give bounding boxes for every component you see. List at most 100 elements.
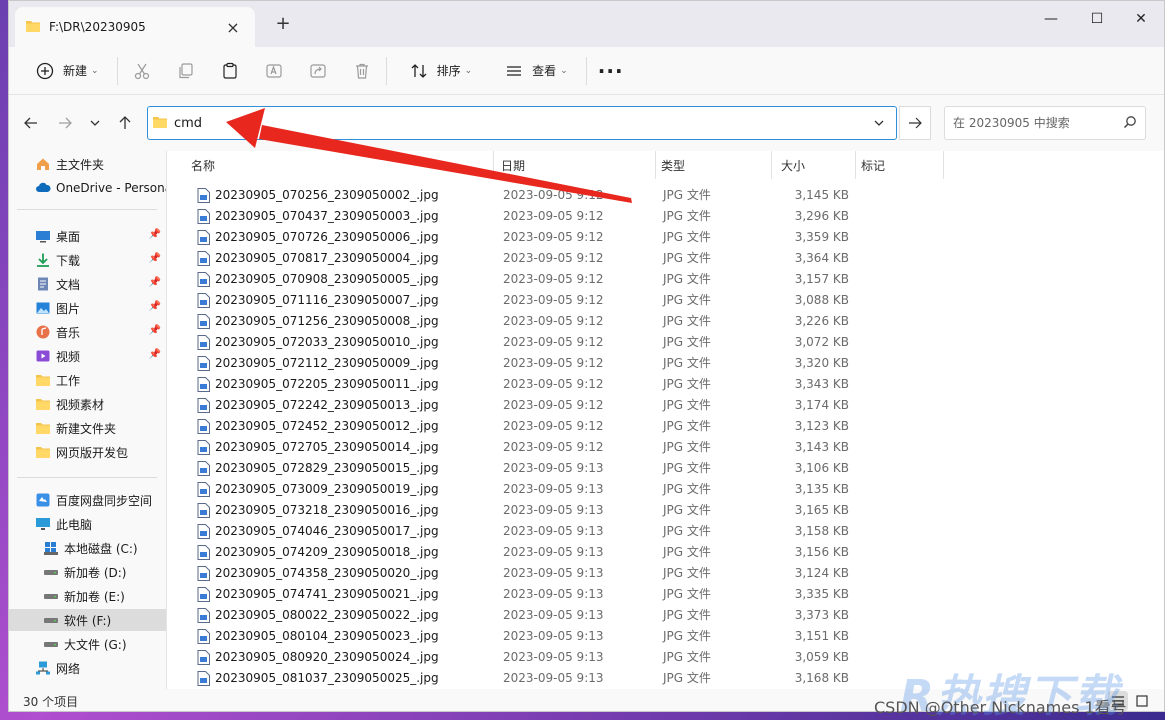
up-button[interactable] bbox=[113, 111, 137, 135]
sidebar-item[interactable]: 视频 📌 bbox=[9, 345, 166, 367]
file-size: 3,296 KB bbox=[794, 209, 849, 223]
sidebar-item[interactable]: 下载 📌 bbox=[9, 249, 166, 271]
pin-icon[interactable]: 📌 bbox=[149, 277, 161, 288]
sidebar-item[interactable]: 新建文件夹 bbox=[9, 417, 166, 439]
jpg-file-icon bbox=[197, 356, 210, 371]
sidebar-item[interactable]: 软件 (F:) bbox=[9, 609, 166, 631]
search-box[interactable] bbox=[944, 106, 1146, 140]
rename-icon[interactable] bbox=[260, 57, 288, 85]
column-divider[interactable] bbox=[493, 151, 494, 179]
file-row[interactable]: 20230905_080022_2309050022_.jpg 2023-09-0… bbox=[167, 605, 867, 626]
file-row[interactable]: 20230905_081037_2309050025_.jpg 2023-09-0… bbox=[167, 668, 867, 689]
column-header-type[interactable]: 类型 bbox=[655, 151, 767, 179]
file-row[interactable]: 20230905_080104_2309050023_.jpg 2023-09-0… bbox=[167, 626, 867, 647]
file-row[interactable]: 20230905_073218_2309050016_.jpg 2023-09-0… bbox=[167, 500, 867, 521]
file-row[interactable]: 20230905_071116_2309050007_.jpg 2023-09-0… bbox=[167, 290, 867, 311]
sidebar-item[interactable]: 此电脑 bbox=[9, 513, 166, 535]
file-row[interactable]: 20230905_070256_2309050002_.jpg 2023-09-0… bbox=[167, 185, 867, 206]
column-divider[interactable] bbox=[943, 151, 944, 179]
sidebar-item[interactable]: 新加卷 (D:) bbox=[9, 561, 166, 583]
column-header-size[interactable]: 大小 bbox=[775, 151, 855, 179]
file-row[interactable]: 20230905_072242_2309050013_.jpg 2023-09-0… bbox=[167, 395, 867, 416]
pc-icon bbox=[35, 516, 51, 532]
column-divider[interactable] bbox=[771, 151, 772, 179]
tab-current[interactable]: F:\DR\20230905 × bbox=[15, 7, 255, 47]
file-size: 3,320 KB bbox=[794, 356, 849, 370]
minimize-button[interactable]: — bbox=[1029, 5, 1073, 33]
file-row[interactable]: 20230905_072205_2309050011_.jpg 2023-09-0… bbox=[167, 374, 867, 395]
pin-icon[interactable]: 📌 bbox=[149, 325, 161, 336]
sidebar-item[interactable]: 大文件 (G:) bbox=[9, 633, 166, 655]
file-row[interactable]: 20230905_073009_2309050019_.jpg 2023-09-0… bbox=[167, 479, 867, 500]
go-button[interactable] bbox=[899, 106, 931, 140]
file-row[interactable]: 20230905_072452_2309050012_.jpg 2023-09-0… bbox=[167, 416, 867, 437]
jpg-file-icon bbox=[197, 587, 210, 602]
view-button[interactable]: 查看 ⌄ bbox=[492, 54, 576, 88]
copy-icon[interactable] bbox=[172, 57, 200, 85]
file-row[interactable]: 20230905_080920_2309050024_.jpg 2023-09-0… bbox=[167, 647, 867, 668]
new-tab-button[interactable]: + bbox=[271, 13, 295, 34]
file-row[interactable]: 20230905_070437_2309050003_.jpg 2023-09-0… bbox=[167, 206, 867, 227]
file-row[interactable]: 20230905_074046_2309050017_.jpg 2023-09-0… bbox=[167, 521, 867, 542]
sidebar-item[interactable]: 视频素材 bbox=[9, 393, 166, 415]
column-header-tag[interactable]: 标记 bbox=[855, 151, 943, 179]
new-button[interactable]: 新建 ⌄ bbox=[23, 54, 107, 88]
file-row[interactable]: 20230905_070726_2309050006_.jpg 2023-09-0… bbox=[167, 227, 867, 248]
sidebar-item[interactable]: OneDrive - Personal bbox=[9, 177, 166, 199]
file-row[interactable]: 20230905_070908_2309050005_.jpg 2023-09-0… bbox=[167, 269, 867, 290]
pin-icon[interactable]: 📌 bbox=[149, 229, 161, 240]
address-bar[interactable]: cmd bbox=[147, 106, 897, 140]
file-row[interactable]: 20230905_072705_2309050014_.jpg 2023-09-0… bbox=[167, 437, 867, 458]
sidebar-item[interactable]: 主文件夹 bbox=[9, 153, 166, 175]
close-window-button[interactable]: ✕ bbox=[1119, 5, 1163, 33]
sidebar-item[interactable]: 网页版开发包 bbox=[9, 441, 166, 463]
back-button[interactable] bbox=[19, 111, 43, 135]
file-row[interactable]: 20230905_074209_2309050018_.jpg 2023-09-0… bbox=[167, 542, 867, 563]
cut-icon[interactable] bbox=[128, 57, 156, 85]
file-row[interactable]: 20230905_071256_2309050008_.jpg 2023-09-0… bbox=[167, 311, 867, 332]
toolbar-divider bbox=[385, 56, 387, 85]
search-input[interactable] bbox=[953, 116, 1123, 130]
sidebar-item[interactable]: 文档 📌 bbox=[9, 273, 166, 295]
file-size: 3,226 KB bbox=[794, 314, 849, 328]
paste-icon[interactable] bbox=[216, 57, 244, 85]
sidebar-item[interactable]: 桌面 📌 bbox=[9, 225, 166, 247]
sidebar-item[interactable]: 音乐 📌 bbox=[9, 321, 166, 343]
file-row[interactable]: 20230905_074741_2309050021_.jpg 2023-09-0… bbox=[167, 584, 867, 605]
pin-icon[interactable]: 📌 bbox=[149, 253, 161, 264]
file-row[interactable]: 20230905_070817_2309050004_.jpg 2023-09-0… bbox=[167, 248, 867, 269]
file-row[interactable]: 20230905_074358_2309050020_.jpg 2023-09-0… bbox=[167, 563, 867, 584]
close-tab-icon[interactable]: × bbox=[221, 18, 245, 37]
file-row[interactable]: 20230905_072112_2309050009_.jpg 2023-09-0… bbox=[167, 353, 867, 374]
file-date: 2023-09-05 9:13 bbox=[503, 650, 604, 664]
sidebar-item[interactable]: 工作 bbox=[9, 369, 166, 391]
chevron-down-icon: ⌄ bbox=[560, 65, 568, 76]
sidebar-item-label: 视频素材 bbox=[56, 397, 105, 412]
file-name: 20230905_072705_2309050014_.jpg bbox=[215, 440, 439, 454]
more-options-icon[interactable]: ··· bbox=[597, 57, 625, 85]
maximize-button[interactable]: ☐ bbox=[1075, 5, 1119, 33]
jpg-file-icon bbox=[197, 188, 210, 203]
address-text[interactable]: cmd bbox=[174, 116, 202, 131]
forward-button[interactable] bbox=[53, 111, 77, 135]
column-header-date[interactable]: 日期 bbox=[495, 151, 649, 179]
sort-button[interactable]: 排序 ⌄ bbox=[397, 54, 481, 88]
file-row[interactable]: 20230905_072829_2309050015_.jpg 2023-09-0… bbox=[167, 458, 867, 479]
sidebar-item[interactable]: 百度网盘同步空间 bbox=[9, 489, 166, 511]
file-type: JPG 文件 bbox=[663, 314, 711, 328]
search-icon[interactable] bbox=[1123, 115, 1137, 132]
share-icon[interactable] bbox=[304, 57, 332, 85]
recent-locations-button[interactable] bbox=[83, 111, 107, 135]
sidebar-item[interactable]: 新加卷 (E:) bbox=[9, 585, 166, 607]
sidebar-item[interactable]: 本地磁盘 (C:) bbox=[9, 537, 166, 559]
sidebar-item[interactable]: 图片 📌 bbox=[9, 297, 166, 319]
file-row[interactable]: 20230905_072033_2309050010_.jpg 2023-09-0… bbox=[167, 332, 867, 353]
thumbnail-view-button[interactable] bbox=[1132, 691, 1152, 711]
jpg-file-icon bbox=[197, 440, 210, 455]
sidebar-item[interactable]: 网络 bbox=[9, 657, 166, 679]
delete-icon[interactable] bbox=[348, 57, 376, 85]
file-type: JPG 文件 bbox=[663, 587, 711, 601]
pin-icon[interactable]: 📌 bbox=[149, 301, 161, 312]
pin-icon[interactable]: 📌 bbox=[149, 349, 161, 360]
chevron-down-icon[interactable] bbox=[868, 112, 890, 134]
